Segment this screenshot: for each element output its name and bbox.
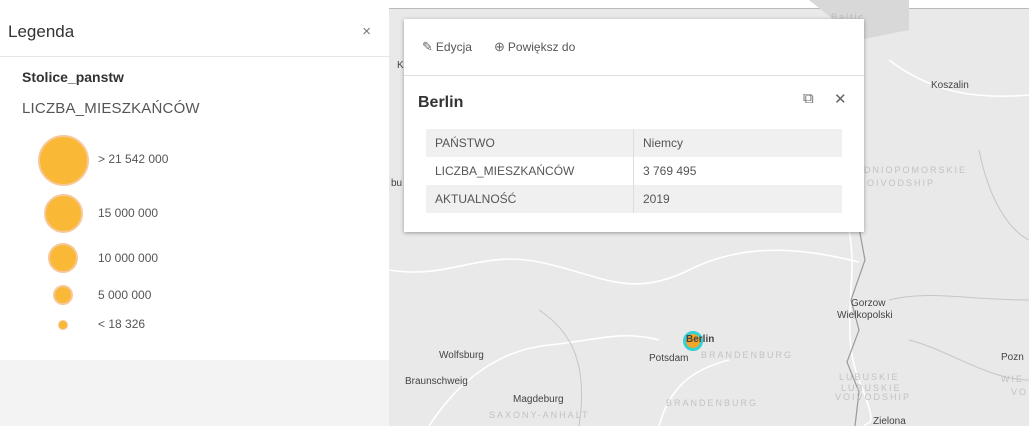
- attribute-key: LICZBA_MIESZKAŃCÓW: [426, 157, 634, 185]
- zoom-in-icon: ⊕: [494, 39, 505, 54]
- map-place-label: Zielona: [873, 416, 906, 426]
- map-region-label: SAXONY-ANHALT: [489, 410, 590, 420]
- legend-class-label: 15 000 000: [98, 206, 159, 220]
- legend-panel: Legenda × Stolice_panstw LICZBA_MIESZKAŃ…: [0, 0, 389, 426]
- legend-layer-name: Stolice_panstw: [22, 69, 124, 85]
- legend-title: Legenda: [8, 22, 75, 41]
- map-place-label: Koszalin: [931, 80, 969, 91]
- legend-class-label: > 21 542 000: [98, 152, 169, 166]
- popup-title: Berlin: [418, 94, 464, 111]
- map-place-label: Pozn: [1001, 352, 1024, 363]
- map-region-label: VOIVODSHIP: [835, 392, 912, 402]
- map-region-label: VO: [1011, 387, 1029, 397]
- legend-header: Legenda ×: [0, 8, 389, 57]
- attribute-key: PAŃSTWO: [426, 129, 634, 157]
- map-region-label: WIE: [1001, 374, 1024, 384]
- map-region-label: BRANDENBURG: [666, 398, 759, 408]
- dock-icon[interactable]: ⧉: [803, 90, 814, 107]
- close-icon[interactable]: ✕: [834, 90, 847, 108]
- attribute-value: 2019: [633, 185, 842, 213]
- legend-symbol-5: [58, 320, 68, 330]
- map-region-label: BRANDENBURG: [701, 350, 794, 360]
- legend-symbol-1: [38, 135, 89, 186]
- attribute-key: AKTUALNOŚĆ: [426, 185, 634, 213]
- map-place-label: Wielkopolski: [837, 310, 893, 321]
- table-row: LICZBA_MIESZKAŃCÓW 3 769 495: [426, 157, 842, 185]
- legend-symbol-2: [44, 194, 83, 233]
- legend-field-name: LICZBA_MIESZKAŃCÓW: [22, 100, 200, 117]
- table-row: AKTUALNOŚĆ 2019: [426, 185, 842, 213]
- popup-attribute-table: PAŃSTWO Niemcy LICZBA_MIESZKAŃCÓW 3 769 …: [426, 129, 842, 213]
- popup-actions-bar: ✎ Edycja ⊕ Powiększ do: [404, 19, 864, 76]
- close-icon[interactable]: ×: [362, 23, 371, 40]
- edit-label: Edycja: [435, 40, 472, 54]
- attribute-value: 3 769 495: [643, 164, 697, 178]
- legend-symbol-4: [53, 285, 73, 305]
- map-place-label: Berlin: [686, 334, 715, 345]
- attribute-value: Niemcy: [633, 129, 842, 157]
- feature-popup: ✎ Edycja ⊕ Powiększ do Berlin ⧉ ✕ PAŃSTWO …: [404, 19, 864, 232]
- table-row: PAŃSTWO Niemcy: [426, 129, 842, 157]
- map-place-label: bu: [391, 178, 403, 189]
- edit-button[interactable]: ✎ Edycja: [422, 39, 472, 55]
- map-place-label: Wolfsburg: [439, 350, 484, 361]
- map-place-label: Gorzow: [851, 298, 886, 309]
- legend-class-label: 10 000 000: [98, 251, 159, 265]
- legend-class-label: < 18 326: [98, 317, 146, 331]
- map-region-label: LUBUSKIE: [839, 372, 900, 382]
- map-region-label: OIVODSHIP: [867, 178, 936, 188]
- map-place-label: Magdeburg: [513, 394, 564, 405]
- map-place-label: Potsdam: [649, 353, 689, 364]
- map-place-label: Braunschweig: [405, 376, 468, 387]
- edit-icon: ✎: [422, 39, 433, 54]
- legend-symbol-3: [48, 243, 78, 273]
- zoom-to-button[interactable]: ⊕ Powiększ do: [494, 39, 575, 55]
- map-region-label: DNIOPOMORSKIE: [864, 165, 968, 175]
- zoom-to-label: Powiększ do: [507, 40, 576, 54]
- legend-class-label: 5 000 000: [98, 288, 152, 302]
